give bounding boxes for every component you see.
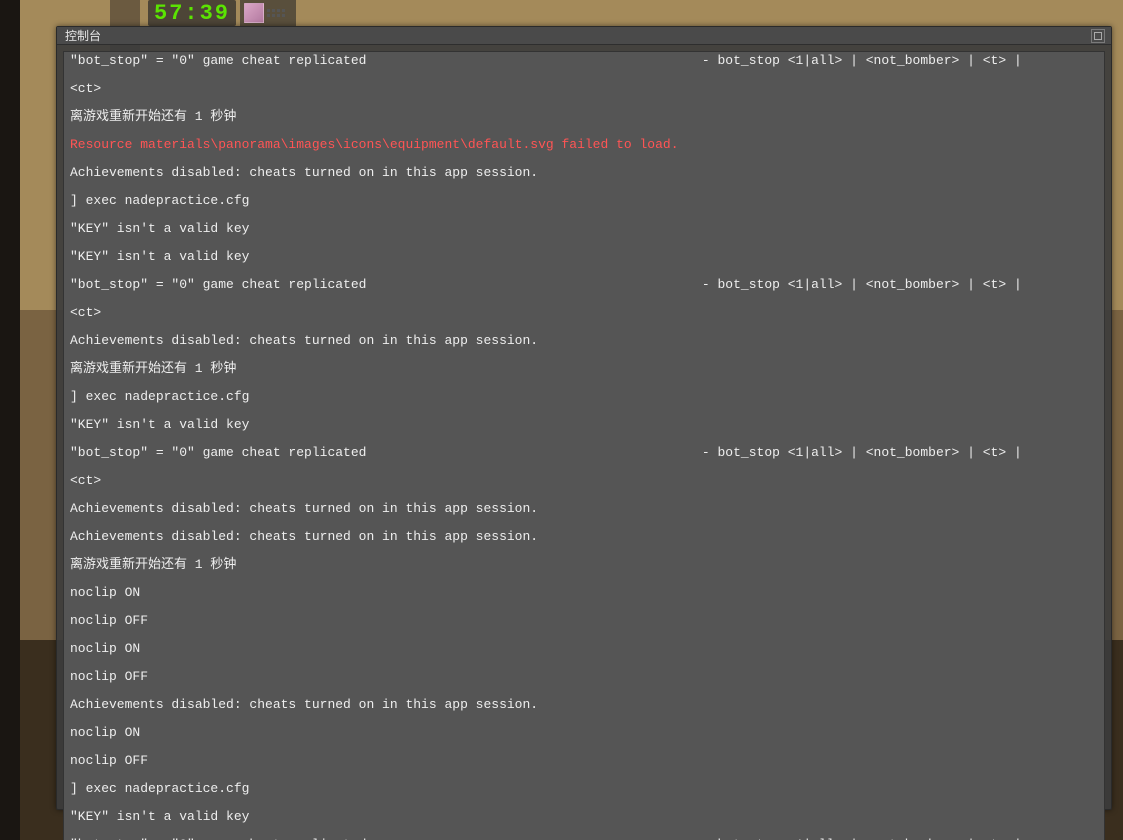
console-line: 离游戏重新开始还有 1 秒钟 xyxy=(70,110,1098,124)
console-titlebar[interactable]: 控制台 xyxy=(57,27,1111,45)
hud-top: 57:39 xyxy=(148,0,296,26)
console-line: Achievements disabled: cheats turned on … xyxy=(70,530,1098,544)
console-body: "bot_stop" = "0" game cheat replicated -… xyxy=(63,51,1105,840)
avatar xyxy=(244,3,264,23)
console-line: noclip OFF xyxy=(70,614,1098,628)
hud-pips xyxy=(266,8,286,18)
maximize-icon[interactable] xyxy=(1091,29,1105,43)
console-line: <ct> xyxy=(70,474,1098,488)
console-line: Achievements disabled: cheats turned on … xyxy=(70,502,1098,516)
console-output[interactable]: "bot_stop" = "0" game cheat replicated -… xyxy=(64,52,1104,840)
console-line: <ct> xyxy=(70,306,1098,320)
console-line: Resource materials\panorama\images\icons… xyxy=(70,138,1098,152)
console-line: noclip OFF xyxy=(70,670,1098,684)
console-line: "bot_stop" = "0" game cheat replicated -… xyxy=(70,446,1098,460)
console-line: 离游戏重新开始还有 1 秒钟 xyxy=(70,362,1098,376)
console-line: ] exec nadepractice.cfg xyxy=(70,194,1098,208)
console-line: "bot_stop" = "0" game cheat replicated -… xyxy=(70,278,1098,292)
round-timer: 57:39 xyxy=(148,0,236,26)
console-line: 离游戏重新开始还有 1 秒钟 xyxy=(70,558,1098,572)
console-line: Achievements disabled: cheats turned on … xyxy=(70,334,1098,348)
console-line: "KEY" isn't a valid key xyxy=(70,250,1098,264)
console-line: noclip ON xyxy=(70,726,1098,740)
hud-slot xyxy=(240,0,296,26)
console-window: 控制台 "bot_stop" = "0" game cheat replicat… xyxy=(56,26,1112,810)
console-line: ] exec nadepractice.cfg xyxy=(70,782,1098,796)
console-line: "KEY" isn't a valid key xyxy=(70,810,1098,824)
console-line: "KEY" isn't a valid key xyxy=(70,418,1098,432)
console-line: ] exec nadepractice.cfg xyxy=(70,390,1098,404)
console-line: <ct> xyxy=(70,82,1098,96)
console-line: noclip ON xyxy=(70,586,1098,600)
console-line: noclip ON xyxy=(70,642,1098,656)
console-line: "bot_stop" = "0" game cheat replicated -… xyxy=(70,54,1098,68)
console-line: Achievements disabled: cheats turned on … xyxy=(70,698,1098,712)
console-line: noclip OFF xyxy=(70,754,1098,768)
console-title: 控制台 xyxy=(65,27,101,44)
console-line: "KEY" isn't a valid key xyxy=(70,222,1098,236)
console-line: Achievements disabled: cheats turned on … xyxy=(70,166,1098,180)
